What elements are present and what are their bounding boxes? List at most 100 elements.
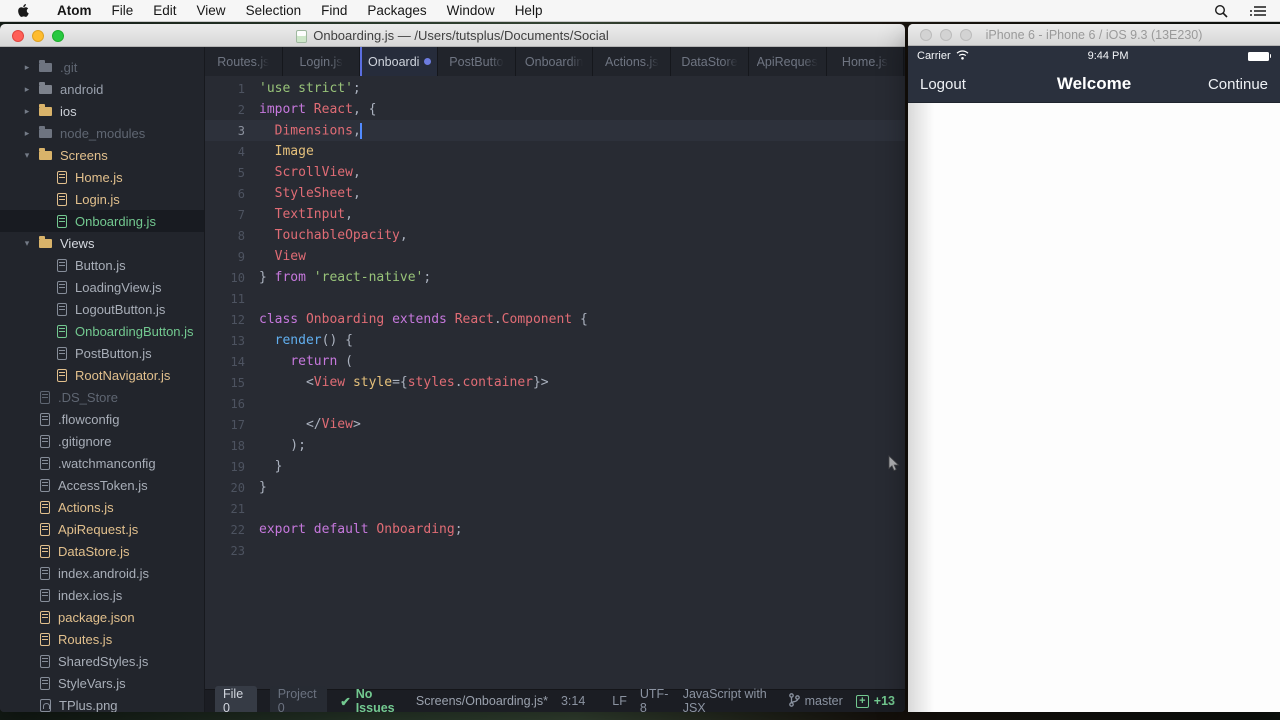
menu-find[interactable]: Find: [311, 0, 357, 22]
tree-item-index-ios-js[interactable]: index.ios.js: [0, 584, 204, 606]
menu-window[interactable]: Window: [437, 0, 505, 22]
close-button[interactable]: [12, 29, 24, 42]
project-issues-button[interactable]: Project 0: [269, 685, 328, 712]
line-number[interactable]: 22: [205, 523, 245, 537]
line-number[interactable]: 19: [205, 460, 245, 474]
line-number[interactable]: 5: [205, 166, 245, 180]
tab-onboardi[interactable]: Onboardi: [360, 47, 439, 76]
line-number[interactable]: 8: [205, 229, 245, 243]
git-branch[interactable]: master: [788, 692, 843, 710]
menu-app-name[interactable]: Atom: [47, 0, 102, 22]
line-number[interactable]: 23: [205, 544, 245, 558]
tree-item--flowconfig[interactable]: .flowconfig: [0, 408, 204, 430]
line-number[interactable]: 6: [205, 187, 245, 201]
line-number[interactable]: 21: [205, 502, 245, 516]
tab-onboardin[interactable]: Onboardin: [515, 47, 594, 76]
tree-view[interactable]: ▸ .git ▸ android ▸ ios ▸ node_modules ▾ Screens Ho…: [0, 47, 205, 712]
tree-item--watchmanconfig[interactable]: .watchmanconfig: [0, 452, 204, 474]
menu-edit[interactable]: Edit: [143, 0, 186, 22]
tree-item-package-json[interactable]: package.json: [0, 606, 204, 628]
tab-home-js[interactable]: Home.js: [826, 47, 905, 76]
line-number[interactable]: 1: [205, 82, 245, 96]
notification-center-icon[interactable]: [1250, 5, 1266, 17]
tab-postbutto[interactable]: PostButto: [438, 47, 516, 76]
line-number[interactable]: 2: [205, 103, 245, 117]
tree-item-loadingview-js[interactable]: LoadingView.js: [0, 276, 204, 298]
line-number[interactable]: 9: [205, 250, 245, 264]
line-number[interactable]: 16: [205, 397, 245, 411]
line-number[interactable]: 12: [205, 313, 245, 327]
code-editor[interactable]: 1 'use strict'; 2 import React, {3 Dimensio…: [205, 76, 905, 689]
zoom-button[interactable]: [960, 29, 972, 41]
simulator-title-bar[interactable]: iPhone 6 - iPhone 6 / iOS 9.3 (13E230): [908, 24, 1280, 46]
tree-item-stylevars-js[interactable]: StyleVars.js: [0, 672, 204, 694]
tree-folder-ios[interactable]: ▸ ios: [0, 100, 204, 122]
tree-item-button-js[interactable]: Button.js: [0, 254, 204, 276]
tree-item-datastore-js[interactable]: DataStore.js: [0, 540, 204, 562]
tab-datastore[interactable]: DataStore: [671, 47, 749, 76]
tree-item-home-js[interactable]: Home.js: [0, 166, 204, 188]
line-number[interactable]: 14: [205, 355, 245, 369]
menu-packages[interactable]: Packages: [357, 0, 436, 22]
continue-button[interactable]: Continue: [1188, 76, 1268, 93]
menu-file[interactable]: File: [102, 0, 144, 22]
tree-item-accesstoken-js[interactable]: AccessToken.js: [0, 474, 204, 496]
ios-screen-content[interactable]: [908, 103, 1280, 712]
tree-item-sharedstyles-js[interactable]: SharedStyles.js: [0, 650, 204, 672]
git-diff-count[interactable]: + +13: [855, 694, 895, 708]
tab-routes-js[interactable]: Routes.js: [205, 47, 283, 76]
file-path[interactable]: Screens/Onboarding.js*: [416, 694, 548, 708]
line-number[interactable]: 11: [205, 292, 245, 306]
tree-item--gitignore[interactable]: .gitignore: [0, 430, 204, 452]
tree-item-postbutton-js[interactable]: PostButton.js: [0, 342, 204, 364]
cursor-position[interactable]: 3:14: [561, 694, 585, 708]
line-number[interactable]: 7: [205, 208, 245, 222]
menu-selection[interactable]: Selection: [236, 0, 312, 22]
chevron-right-icon[interactable]: ▸: [22, 62, 32, 73]
minimize-button[interactable]: [940, 29, 952, 41]
grammar-selector[interactable]: JavaScript with JSX: [683, 687, 776, 712]
line-number[interactable]: 18: [205, 439, 245, 453]
tab-apireques[interactable]: ApiReques: [748, 47, 827, 76]
menu-view[interactable]: View: [187, 0, 236, 22]
close-button[interactable]: [920, 29, 932, 41]
tree-item-onboarding-js[interactable]: Onboarding.js: [0, 210, 204, 232]
tab-actions-js[interactable]: Actions.js: [593, 47, 672, 76]
minimize-button[interactable]: [32, 29, 44, 42]
tree-item--ds-store[interactable]: .DS_Store: [0, 386, 204, 408]
encoding[interactable]: UTF-8: [640, 687, 670, 712]
tree-item-rootnavigator-js[interactable]: RootNavigator.js: [0, 364, 204, 386]
file-issues-button[interactable]: File 0: [215, 685, 257, 712]
tree-item-actions-js[interactable]: Actions.js: [0, 496, 204, 518]
tree-item-routes-js[interactable]: Routes.js: [0, 628, 204, 650]
line-number[interactable]: 4: [205, 145, 245, 159]
chevron-down-icon[interactable]: ▾: [22, 238, 32, 249]
tree-item-index-android-js[interactable]: index.android.js: [0, 562, 204, 584]
tree-item-logoutbutton-js[interactable]: LogoutButton.js: [0, 298, 204, 320]
logout-button[interactable]: Logout: [920, 76, 1000, 93]
tree-folder-screens[interactable]: ▾ Screens: [0, 144, 204, 166]
chevron-right-icon[interactable]: ▸: [22, 106, 32, 117]
tree-item-apirequest-js[interactable]: ApiRequest.js: [0, 518, 204, 540]
lint-status[interactable]: ✔ No Issues: [340, 687, 403, 712]
apple-icon[interactable]: [16, 3, 29, 18]
tab-login-js[interactable]: Login.js: [282, 47, 361, 76]
line-number[interactable]: 20: [205, 481, 245, 495]
search-icon[interactable]: [1214, 4, 1228, 18]
line-number[interactable]: 17: [205, 418, 245, 432]
tree-folder--git[interactable]: ▸ .git: [0, 56, 204, 78]
menu-help[interactable]: Help: [505, 0, 553, 22]
line-number[interactable]: 15: [205, 376, 245, 390]
tree-item-login-js[interactable]: Login.js: [0, 188, 204, 210]
editor-title-bar[interactable]: Onboarding.js — /Users/tutsplus/Document…: [0, 24, 905, 47]
tree-folder-views[interactable]: ▾ Views: [0, 232, 204, 254]
tree-item-onboardingbutton-js[interactable]: OnboardingButton.js: [0, 320, 204, 342]
line-number[interactable]: 10: [205, 271, 245, 285]
tree-item-tplus-png[interactable]: TPlus.png: [0, 694, 204, 712]
tree-folder-node-modules[interactable]: ▸ node_modules: [0, 122, 204, 144]
chevron-right-icon[interactable]: ▸: [22, 84, 32, 95]
chevron-down-icon[interactable]: ▾: [22, 150, 32, 161]
line-number[interactable]: 13: [205, 334, 245, 348]
zoom-button[interactable]: [52, 29, 64, 42]
chevron-right-icon[interactable]: ▸: [22, 128, 32, 139]
